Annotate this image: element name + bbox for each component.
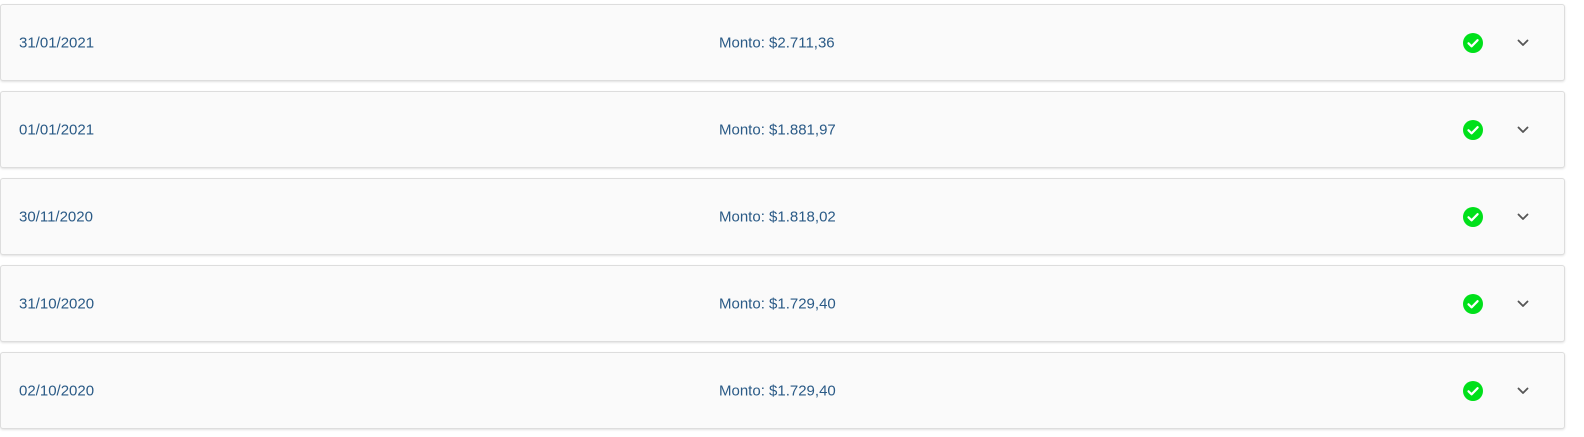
payment-row[interactable]: 01/01/2021 Monto: $1.881,97 [0, 91, 1565, 168]
payments-list: 31/01/2021 Monto: $2.711,36 01/01/2021 M… [0, 0, 1584, 437]
check-circle-icon [1463, 380, 1483, 401]
payment-amount: Monto: $1.729,40 [719, 295, 836, 312]
check-circle-icon [1463, 32, 1483, 53]
chevron-down-icon[interactable] [1513, 381, 1533, 401]
payment-row[interactable]: 31/10/2020 Monto: $1.729,40 [0, 265, 1565, 342]
payment-date: 31/10/2020 [19, 295, 95, 312]
payment-date: 01/01/2021 [19, 121, 95, 138]
payment-row[interactable]: 31/01/2021 Monto: $2.711,36 [0, 4, 1565, 81]
chevron-down-icon[interactable] [1513, 120, 1533, 140]
chevron-down-icon[interactable] [1513, 33, 1533, 53]
check-circle-icon [1463, 206, 1483, 227]
payment-amount: Monto: $1.729,40 [719, 382, 836, 399]
payment-amount: Monto: $2.711,36 [719, 34, 835, 51]
payment-date: 31/01/2021 [19, 34, 95, 51]
payment-row[interactable]: 02/10/2020 Monto: $1.729,40 [0, 352, 1565, 429]
payment-row[interactable]: 30/11/2020 Monto: $1.818,02 [0, 178, 1565, 255]
check-circle-icon [1463, 293, 1483, 314]
chevron-down-icon[interactable] [1513, 294, 1533, 314]
payment-date: 30/11/2020 [19, 208, 93, 225]
payment-amount: Monto: $1.818,02 [719, 208, 836, 225]
check-circle-icon [1463, 119, 1483, 140]
chevron-down-icon[interactable] [1513, 207, 1533, 227]
payment-amount: Monto: $1.881,97 [719, 121, 836, 138]
payment-date: 02/10/2020 [19, 382, 95, 399]
